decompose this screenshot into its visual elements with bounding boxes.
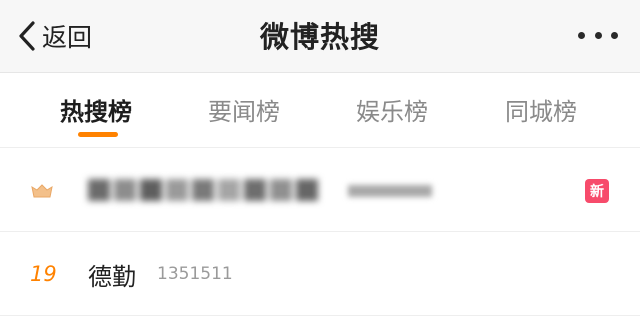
top-rank-icon xyxy=(31,184,53,198)
row-divider xyxy=(0,315,640,316)
item-title: 德勤 xyxy=(88,263,136,291)
more-options-button[interactable] xyxy=(578,22,618,48)
more-dot-icon xyxy=(594,31,602,39)
new-badge: 新 xyxy=(585,179,609,203)
hot-list-item[interactable]: 新 xyxy=(0,148,640,232)
tab-bar: 热搜榜 要闻榜 娱乐榜 同城榜 xyxy=(0,73,640,148)
header-bar: 返回 微博热搜 xyxy=(0,0,640,73)
active-tab-indicator xyxy=(78,132,118,137)
tab-news[interactable]: 要闻榜 xyxy=(208,92,280,127)
tab-entertainment[interactable]: 娱乐榜 xyxy=(356,92,428,127)
hot-list-item[interactable]: 19 德勤 1351511 xyxy=(0,232,640,316)
tab-local[interactable]: 同城榜 xyxy=(505,92,577,127)
redacted-item-count xyxy=(348,181,432,201)
more-dot-icon xyxy=(611,31,618,39)
weibo-hot-search-page: 返回 微博热搜 热搜榜 要闻榜 娱乐榜 同城榜 新 19 德勤 1351511 xyxy=(0,0,640,335)
item-count: 1351511 xyxy=(157,264,233,284)
redacted-item-title xyxy=(88,176,318,202)
rank-number: 19 xyxy=(30,262,57,286)
page-title: 微博热搜 xyxy=(259,20,380,54)
tab-hot-search[interactable]: 热搜榜 xyxy=(60,92,132,127)
more-dot-icon xyxy=(578,31,585,39)
